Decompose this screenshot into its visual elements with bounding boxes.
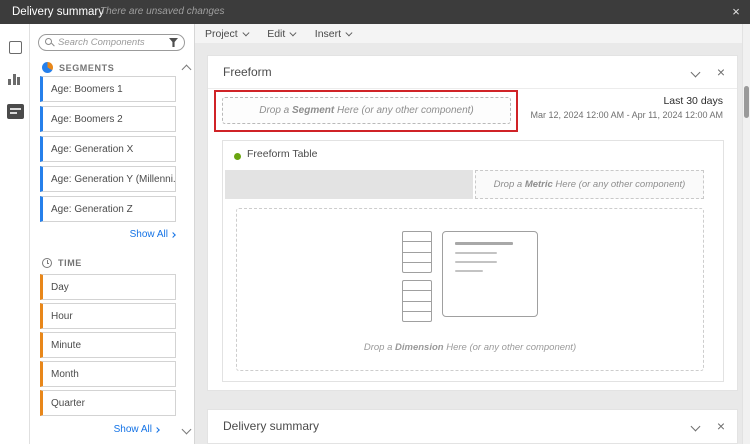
segment-item[interactable]: Age: Boomers 1 — [40, 76, 176, 102]
show-all-label: Show All — [129, 229, 168, 240]
segment-item[interactable]: Age: Generation Z — [40, 196, 176, 222]
time-item-label: Quarter — [51, 397, 85, 409]
segment-item[interactable]: Age: Generation X — [40, 136, 176, 162]
drop-text-post: Here (or any other component) — [552, 179, 686, 190]
components-icon — [6, 103, 24, 119]
delivery-panel-title: Delivery summary — [223, 419, 320, 433]
date-range-value: Mar 12, 2024 12:00 AM - Apr 11, 2024 12:… — [530, 110, 723, 120]
time-item-label: Month — [51, 368, 79, 380]
unsaved-changes-notice: There are unsaved changes — [100, 6, 225, 17]
show-all-label: Show All — [113, 424, 152, 435]
chevron-down-icon — [345, 29, 353, 36]
freeform-panel: Freeform × Drop a Segment Here (or any o… — [207, 55, 738, 391]
empty-table-illustration — [402, 231, 538, 322]
project-title: Delivery summary — [12, 6, 105, 18]
component-search-box — [38, 34, 185, 51]
freeform-table-visualization: Freeform Table Drop a Metric Here (or an… — [222, 140, 724, 382]
segment-item-label: Age: Boomers 1 — [51, 83, 123, 95]
drop-text-pre: Drop a — [493, 179, 525, 190]
drop-text-keyword: Metric — [524, 179, 553, 190]
drop-text-pre: Drop a — [259, 105, 293, 116]
table-rows-icon — [402, 231, 432, 322]
segments-section-label: SEGMENTS — [59, 62, 115, 73]
segments-show-all-link[interactable]: Show All — [129, 229, 176, 240]
menu-edit[interactable]: Edit — [267, 27, 297, 40]
segment-item[interactable]: Age: Generation Y (Millenni... — [40, 166, 176, 192]
time-item[interactable]: Day — [40, 274, 176, 300]
delivery-panel-header: Delivery summary × — [208, 410, 737, 443]
close-icon[interactable]: × — [717, 56, 725, 89]
chevron-down-icon — [290, 29, 297, 36]
clock-icon — [42, 258, 52, 268]
chevron-right-icon — [154, 426, 160, 433]
date-range-label: Last 30 days — [663, 95, 723, 107]
chevron-down-icon — [242, 29, 249, 36]
time-item-label: Day — [51, 281, 69, 293]
panels-icon — [8, 40, 22, 54]
scroll-down-icon[interactable] — [181, 424, 192, 435]
segment-item-label: Age: Generation X — [51, 143, 134, 155]
scroll-up-icon[interactable] — [181, 64, 192, 75]
visualizations-rail-button[interactable] — [0, 66, 30, 92]
metric-drop-text: Drop a Metric Here (or any other compone… — [494, 179, 686, 190]
drop-text-keyword: Dimension — [395, 342, 444, 353]
segment-drop-zone[interactable]: Drop a Segment Here (or any other compon… — [222, 97, 511, 124]
time-item[interactable]: Quarter — [40, 390, 176, 416]
close-icon[interactable]: × — [728, 0, 744, 24]
freeform-panel-title: Freeform — [223, 65, 272, 79]
dimension-drop-text: Drop a Dimension Here (or any other comp… — [364, 342, 576, 353]
menu-project-label: Project — [205, 27, 238, 40]
menu-insert-label: Insert — [314, 27, 342, 40]
delivery-summary-panel: Delivery summary × — [207, 409, 738, 444]
chevron-right-icon — [170, 231, 176, 238]
time-show-all-link[interactable]: Show All — [113, 424, 160, 435]
segment-item-label: Age: Generation Y (Millenni... — [51, 173, 176, 185]
table-corner-cell — [225, 170, 473, 199]
search-input[interactable] — [58, 37, 165, 48]
time-item-label: Minute — [51, 339, 82, 351]
dimension-drop-zone[interactable]: Drop a Dimension Here (or any other comp… — [236, 208, 704, 371]
components-rail-button[interactable] — [0, 98, 30, 124]
panels-rail-button[interactable] — [0, 34, 30, 60]
close-icon[interactable]: × — [717, 410, 725, 443]
bar-chart-icon — [8, 73, 22, 85]
metric-drop-zone[interactable]: Drop a Metric Here (or any other compone… — [475, 170, 704, 199]
segment-item-label: Age: Generation Z — [51, 203, 133, 215]
collapse-chevron-icon[interactable] — [690, 67, 701, 78]
drop-text-post: Here (or any other component) — [334, 105, 474, 116]
collapse-chevron-icon[interactable] — [690, 421, 701, 432]
drop-text-post: Here (or any other component) — [443, 342, 577, 353]
filter-icon[interactable] — [169, 38, 178, 47]
visualization-status-dot — [234, 153, 241, 160]
menu-bar: Project Edit Insert — [195, 24, 742, 43]
project-canvas: Freeform × Drop a Segment Here (or any o… — [195, 43, 742, 444]
vertical-scrollbar[interactable] — [742, 24, 750, 444]
scrollbar-thumb[interactable] — [744, 86, 749, 118]
time-item[interactable]: Hour — [40, 303, 176, 329]
left-rail — [0, 24, 30, 444]
time-item[interactable]: Month — [40, 361, 176, 387]
freeform-panel-header: Freeform × — [208, 56, 737, 89]
freeform-table-title: Freeform Table — [247, 148, 318, 160]
time-section-header: TIME — [42, 258, 82, 268]
time-item-label: Hour — [51, 310, 73, 322]
menu-edit-label: Edit — [267, 27, 286, 40]
time-section-label: TIME — [58, 258, 82, 268]
menu-insert[interactable]: Insert — [314, 27, 353, 40]
workspace-screen: Delivery summary There are unsaved chang… — [0, 0, 750, 444]
segment-item-label: Age: Boomers 2 — [51, 113, 123, 125]
menu-project[interactable]: Project — [205, 27, 249, 40]
segments-icon — [42, 62, 53, 73]
search-icon — [45, 38, 54, 47]
drop-text-keyword: Segment — [292, 105, 335, 116]
segment-item[interactable]: Age: Boomers 2 — [40, 106, 176, 132]
segments-section-header: SEGMENTS — [42, 62, 114, 73]
segment-drop-text: Drop a Segment Here (or any other compon… — [259, 105, 474, 116]
drop-text-pre: Drop a — [363, 342, 396, 353]
components-panel: SEGMENTS Age: Boomers 1 Age: Boomers 2 A… — [30, 24, 195, 444]
date-range-selector[interactable]: Last 30 days Mar 12, 2024 12:00 AM - Apr… — [531, 95, 723, 120]
document-lines-icon — [442, 231, 538, 317]
top-bar: Delivery summary There are unsaved chang… — [0, 0, 750, 24]
time-item[interactable]: Minute — [40, 332, 176, 358]
